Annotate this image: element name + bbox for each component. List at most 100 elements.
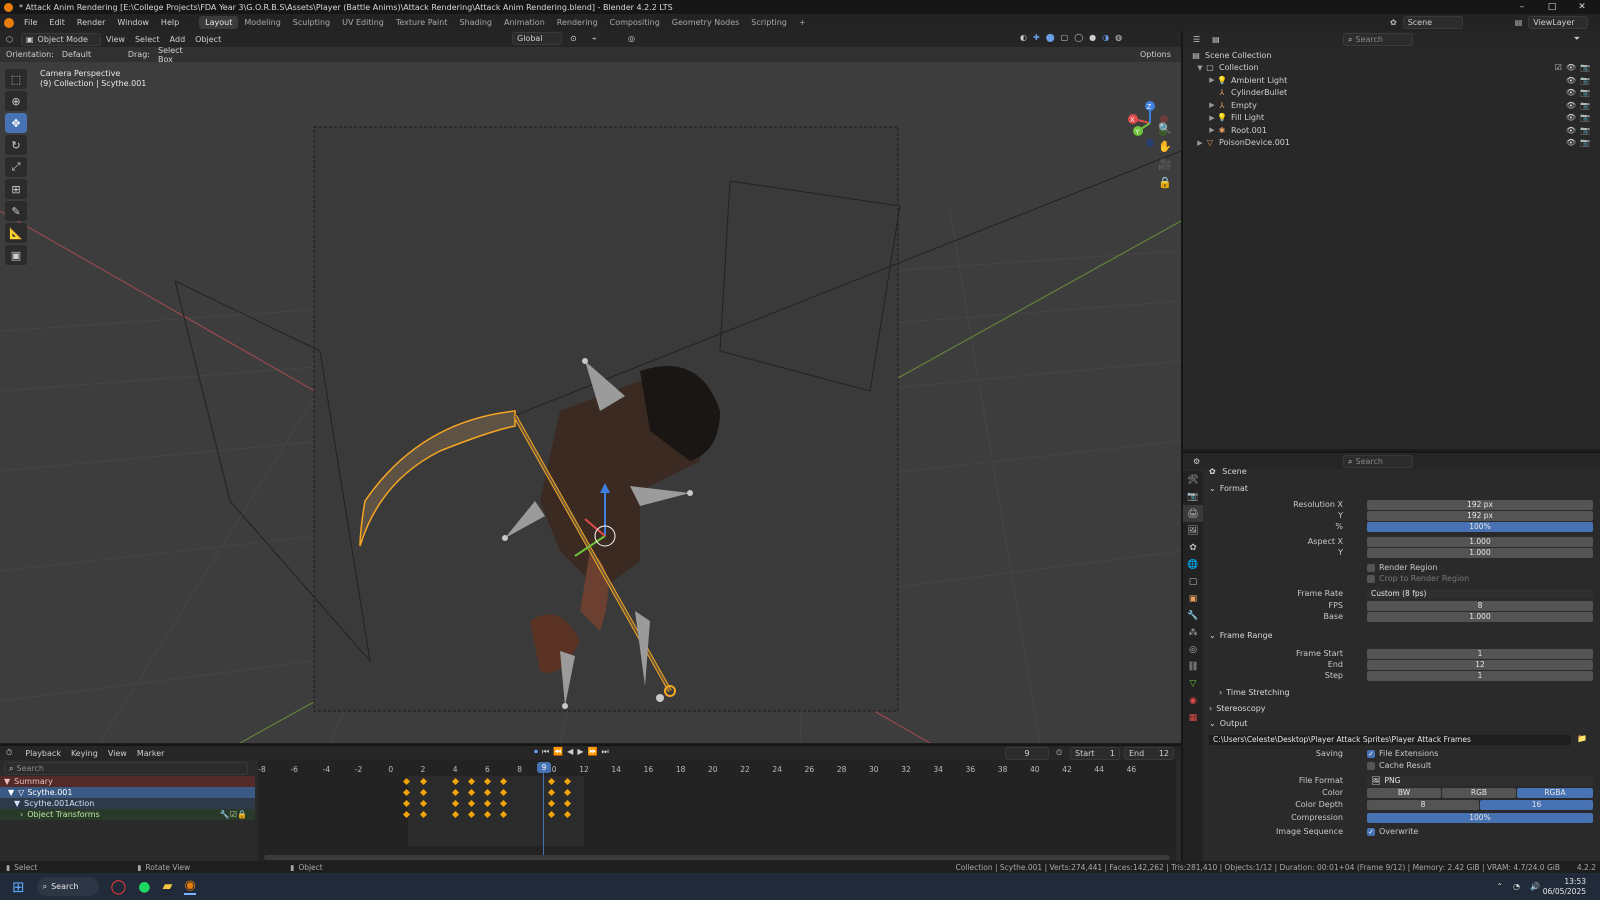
menu-render[interactable]: Render	[71, 18, 111, 27]
proportional-edit-icon[interactable]: ◎	[628, 34, 635, 43]
shading-solid-icon[interactable]: ●	[1089, 33, 1096, 42]
maximize-button[interactable]: □	[1540, 0, 1564, 14]
tab-animation[interactable]: Animation	[498, 16, 551, 29]
chevron-right-icon[interactable]: ▶	[1207, 76, 1217, 84]
transform-orientation-select[interactable]: Global	[512, 32, 562, 45]
file-extensions-checkbox[interactable]: ✓ File Extensions	[1367, 749, 1438, 758]
select-tool-icon[interactable]: ⬚	[5, 69, 27, 89]
mode-selector[interactable]: ▣ Object Mode	[20, 32, 101, 46]
display-mode-icon[interactable]: ▤	[1212, 35, 1220, 44]
keyframe-area[interactable]	[258, 760, 1176, 863]
constraints-tab-icon[interactable]: ⛓	[1183, 658, 1203, 675]
tab-shading[interactable]: Shading	[453, 16, 498, 29]
visibility-toggle-icons[interactable]: 👁📷	[1566, 126, 1594, 135]
aspect-y-field[interactable]: 1.000	[1367, 548, 1593, 558]
crop-region-checkbox[interactable]: Crop to Render Region	[1367, 574, 1469, 583]
xray-icon[interactable]: ▢	[1061, 33, 1069, 42]
visibility-toggle-icons[interactable]: 👁📷	[1566, 76, 1594, 85]
properties-editor-icon[interactable]: ⚙	[1193, 457, 1200, 466]
visibility-toggle-icons[interactable]: 👁📷	[1566, 113, 1594, 122]
volume-icon[interactable]: 🔊	[1530, 882, 1540, 891]
compression-slider[interactable]: 100%	[1367, 813, 1593, 823]
physics-tab-icon[interactable]: ◎	[1183, 641, 1203, 658]
particles-tab-icon[interactable]: ⁂	[1183, 624, 1203, 641]
frame-start-field[interactable]: 1	[1367, 649, 1593, 659]
pivot-icon[interactable]: ⊙	[570, 34, 577, 43]
render-tab-icon[interactable]: 📷	[1183, 488, 1203, 505]
fps-field[interactable]: 8	[1367, 601, 1593, 611]
stereoscopy-section-header[interactable]: › Stereoscopy	[1209, 701, 1266, 716]
channel-scythe[interactable]: ▼ ▽ Scythe.001	[0, 787, 255, 798]
options-button[interactable]: Options	[1140, 50, 1171, 59]
3d-viewport[interactable]: X Y Z ⬡ ▣ Object Mode View Select Add Ob…	[0, 31, 1181, 743]
orientation-select[interactable]: Default	[58, 48, 118, 61]
measure-tool-icon[interactable]: 📐	[5, 223, 27, 243]
chevron-right-icon[interactable]: ▶	[1207, 101, 1217, 109]
blender-menu-icon[interactable]	[4, 17, 14, 28]
collection-tab-icon[interactable]: ▢	[1183, 573, 1203, 590]
frame-range-section-header[interactable]: ⌄ Frame Range	[1209, 628, 1273, 643]
scale-tool-icon[interactable]: ⤢	[5, 157, 27, 177]
color-bw-option[interactable]: BW	[1367, 788, 1441, 798]
tab-compositing[interactable]: Compositing	[604, 16, 666, 29]
shading-material-icon[interactable]: ◑	[1102, 33, 1109, 42]
add-workspace-button[interactable]: +	[793, 16, 812, 29]
scene-selector[interactable]: Scene	[1402, 16, 1463, 29]
cache-result-checkbox[interactable]: Cache Result	[1367, 761, 1431, 770]
blender-taskbar-icon[interactable]: ◉	[184, 878, 196, 895]
close-button[interactable]: ✕	[1570, 0, 1594, 14]
visibility-toggle-icons[interactable]: 👁📷	[1566, 101, 1594, 110]
menu-add[interactable]: Add	[165, 35, 191, 44]
properties-search-input[interactable]: ⌕ Search	[1343, 455, 1413, 468]
tab-layout[interactable]: Layout	[199, 16, 239, 29]
world-tab-icon[interactable]: 🌐	[1183, 556, 1203, 573]
file-format-select[interactable]: 🖼 PNG	[1367, 776, 1593, 786]
tab-rendering[interactable]: Rendering	[551, 16, 604, 29]
filter-icon[interactable]: ⏷	[1574, 34, 1580, 44]
tab-modeling[interactable]: Modeling	[238, 16, 286, 29]
menu-object[interactable]: Object	[190, 35, 226, 44]
chevron-right-icon[interactable]: ▶	[1207, 126, 1217, 134]
tab-uv-editing[interactable]: UV Editing	[336, 16, 390, 29]
snap-icon[interactable]: ⌁	[592, 34, 597, 43]
viewport-scene[interactable]: X Y Z	[0, 31, 1181, 743]
add-cube-tool-icon[interactable]: ▣	[5, 245, 27, 265]
outliner-row-scene-collection[interactable]: ▤ Scene Collection	[1191, 49, 1600, 62]
menu-select[interactable]: Select	[130, 35, 165, 44]
folder-icon[interactable]: 📁	[1577, 734, 1587, 743]
annotate-tool-icon[interactable]: ✎	[5, 201, 27, 221]
tab-sculpting[interactable]: Sculpting	[287, 16, 336, 29]
texture-tab-icon[interactable]: ▦	[1183, 709, 1203, 726]
editor-type-icon[interactable]: ⬡	[6, 35, 13, 44]
material-tab-icon[interactable]: ◉	[1183, 692, 1203, 709]
outliner-row-root[interactable]: ▶ ✱ Root.001 👁📷	[1191, 124, 1600, 137]
output-section-header[interactable]: ⌄ Output	[1209, 716, 1248, 731]
resolution-y-field[interactable]: 192 px	[1367, 511, 1593, 521]
frame-rate-select[interactable]: Custom (8 fps)	[1367, 589, 1593, 599]
shading-rendered-icon[interactable]: ◍	[1115, 33, 1122, 42]
tray-chevron-icon[interactable]: ⌃	[1496, 882, 1503, 891]
shading-wireframe-icon[interactable]: ◯	[1074, 33, 1083, 42]
wifi-icon[interactable]: ◔	[1513, 882, 1520, 891]
pan-hand-icon[interactable]: ✋	[1156, 137, 1174, 155]
resolution-x-field[interactable]: 192 px	[1367, 500, 1593, 510]
taskbar-search-button[interactable]: ⌕ Search	[36, 877, 99, 896]
scene-tab-icon[interactable]: ✿	[1183, 539, 1203, 556]
menu-window[interactable]: Window	[111, 18, 155, 27]
tab-geometry-nodes[interactable]: Geometry Nodes	[666, 16, 745, 29]
overlay-toggle-icon[interactable]: ⬤	[1046, 33, 1055, 42]
color-rgb-option[interactable]: RGB	[1442, 788, 1516, 798]
view-layer-selector[interactable]: ViewLayer	[1528, 16, 1589, 29]
channel-object-transforms[interactable]: › Object Transforms 🔧☑🔒	[0, 809, 255, 820]
tool-tab-icon[interactable]: 🛠	[1183, 471, 1203, 488]
base-field[interactable]: 1.000	[1367, 612, 1593, 622]
visibility-toggle-icons[interactable]: 👁📷	[1566, 138, 1594, 147]
overwrite-checkbox[interactable]: ✓ Overwrite	[1367, 827, 1418, 836]
frame-end-field[interactable]: 12	[1367, 660, 1593, 670]
channel-search-input[interactable]: ⌕ Search	[4, 762, 248, 775]
transform-tool-icon[interactable]: ⊞	[5, 179, 27, 199]
depth-8-option[interactable]: 8	[1367, 800, 1479, 810]
output-tab-icon[interactable]: 🖨	[1183, 505, 1203, 522]
chevron-down-icon[interactable]: ▼	[1195, 64, 1205, 72]
outliner-row-ambient-light[interactable]: ▶ 💡 Ambient Light 👁📷	[1191, 74, 1600, 87]
